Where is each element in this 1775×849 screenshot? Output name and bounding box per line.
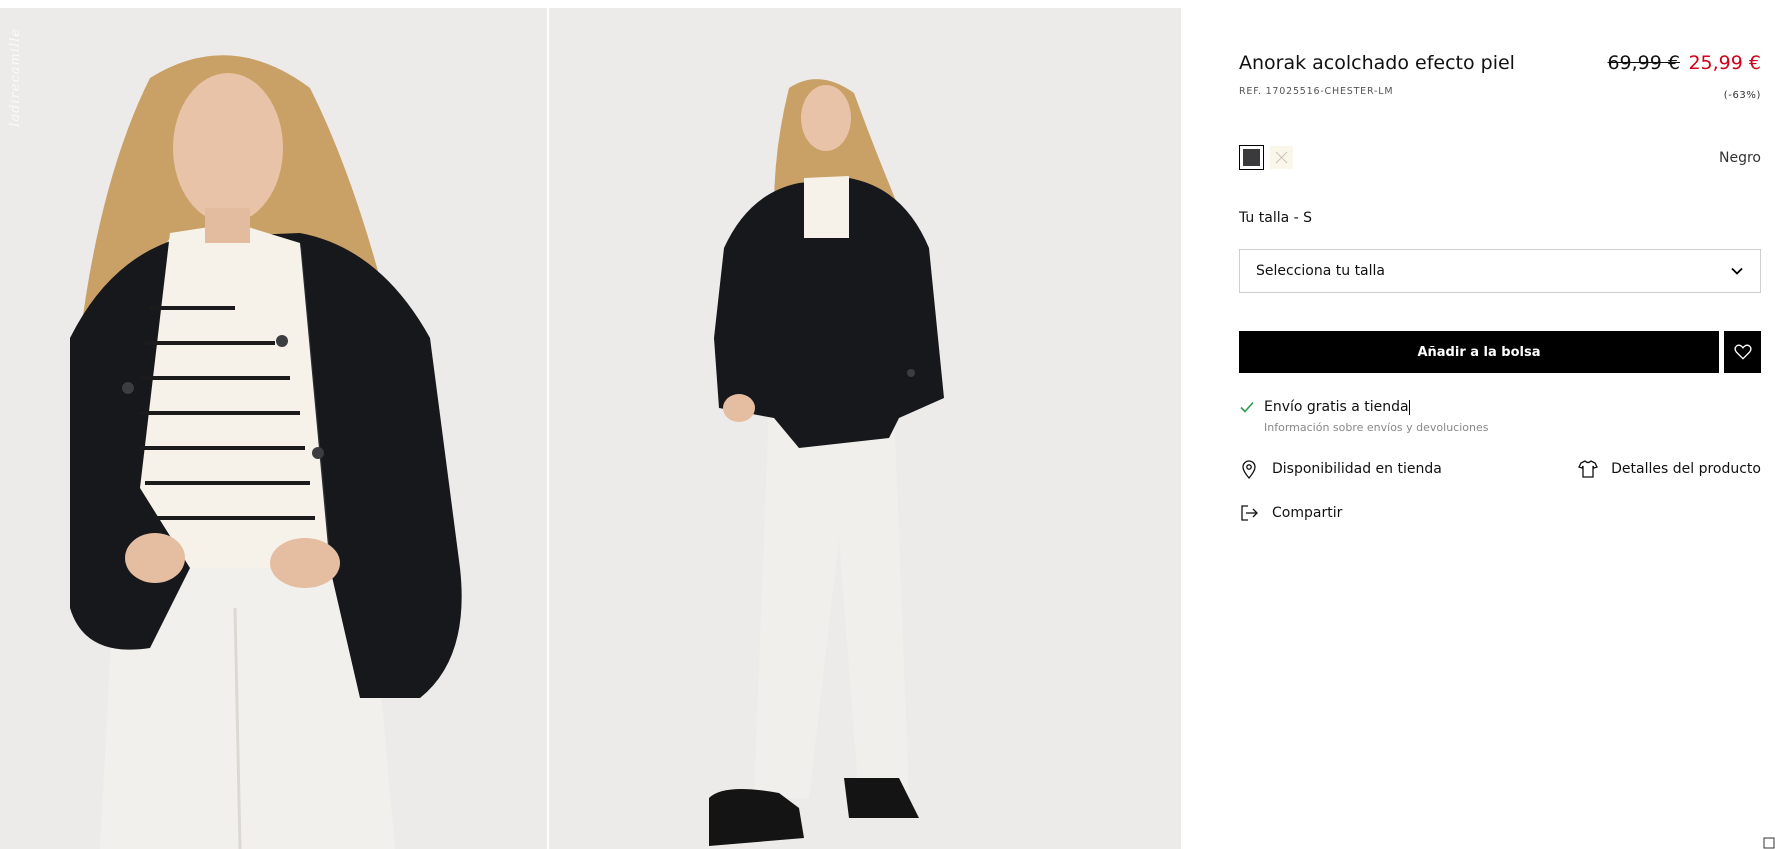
free-shipping-notice: Envío gratis a tienda (1239, 399, 1410, 415)
product-info-panel: Anorak acolchado efecto piel REF. 170255… (1239, 0, 1761, 849)
product-details-label: Detalles del producto (1611, 461, 1761, 477)
model-fullbody-image (549, 8, 1181, 849)
product-title: Anorak acolchado efecto piel (1239, 52, 1515, 74)
store-availability-link[interactable]: Disponibilidad en tienda (1239, 459, 1442, 479)
size-select[interactable]: Selecciona tu talla (1239, 249, 1761, 293)
original-price: 69,99 € (1607, 52, 1680, 74)
color-swatch-negro[interactable] (1239, 145, 1264, 170)
store-availability-label: Disponibilidad en tienda (1272, 461, 1442, 477)
wishlist-button[interactable] (1724, 331, 1761, 373)
check-icon (1240, 401, 1254, 413)
free-shipping-text: Envío gratis a tienda (1264, 399, 1409, 415)
product-reference: REF. 17025516-CHESTER-LM (1239, 86, 1394, 97)
color-swatch-crudo[interactable] (1270, 146, 1293, 169)
watermark-text: ladirecamille (8, 28, 23, 127)
product-photo-fullbody[interactable] (549, 8, 1181, 849)
add-to-bag-button[interactable]: Añadir a la bolsa (1239, 331, 1719, 373)
product-details-link[interactable]: Detalles del producto (1578, 459, 1761, 479)
chat-widget-icon[interactable] (1761, 833, 1775, 849)
unavailable-cross-icon (1275, 151, 1288, 164)
sale-price: 25,99 € (1688, 52, 1761, 74)
selected-color-name: Negro (1719, 150, 1761, 166)
discount-badge: (-63%) (1723, 90, 1761, 101)
location-pin-icon (1242, 460, 1256, 479)
heart-icon (1733, 344, 1752, 360)
tshirt-icon (1578, 460, 1599, 478)
share-link[interactable]: Compartir (1239, 503, 1342, 523)
share-label: Compartir (1272, 505, 1343, 521)
product-gallery: ladirecamille (0, 8, 1181, 849)
shipping-info-link[interactable]: Información sobre envíos y devoluciones (1264, 421, 1489, 434)
model-closeup-image (0, 8, 547, 849)
swatch-fill (1243, 149, 1260, 166)
size-select-placeholder: Selecciona tu talla (1256, 263, 1385, 279)
product-photo-closeup[interactable]: ladirecamille (0, 8, 547, 849)
chevron-down-icon (1731, 267, 1743, 275)
size-label: Tu talla - S (1239, 210, 1313, 226)
text-cursor (1408, 399, 1410, 415)
share-icon (1241, 505, 1258, 521)
